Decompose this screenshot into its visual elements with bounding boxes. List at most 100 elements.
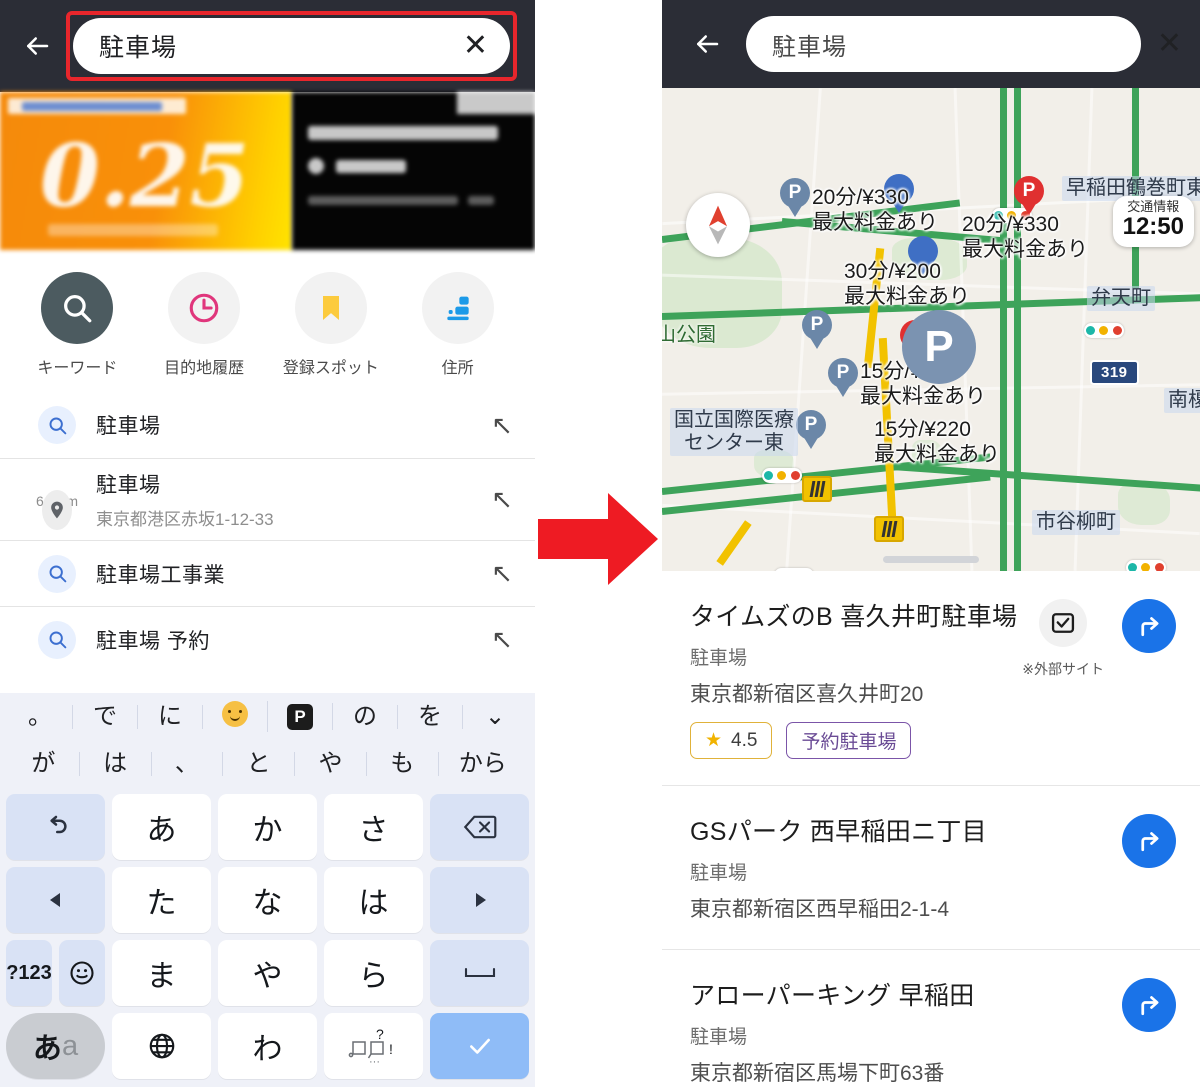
price-max-note: 最大料金あり [962,237,1088,261]
suggest-key[interactable]: を [398,704,463,729]
quick-action-history[interactable]: 目的地履歴 [149,272,259,378]
language-toggle-key[interactable]: あa [6,1013,105,1079]
directions-turn-right-icon[interactable] [1122,599,1176,653]
parking-pin[interactable]: P [780,178,810,218]
lane-guidance-icon [802,476,832,502]
list-item[interactable]: タイムズのB 喜久井町駐車場 駐車場 東京都新宿区喜久井町20 ★ 4.5 予約… [662,571,1200,786]
directions-turn-right-icon[interactable] [1122,814,1176,868]
quick-action-label: 登録スポット [282,360,379,377]
place-pin-icon [42,490,72,530]
insert-arrow-icon[interactable]: ↖ [479,624,513,655]
external-site-action[interactable]: ※外部サイト [1022,599,1104,679]
insert-arrow-icon[interactable]: ↖ [479,410,513,441]
suggestion-body: 駐車場工事業 [96,549,479,599]
quick-actions-row: キーワード 目的地履歴 登録スポット 住所 [0,250,535,392]
parking-pin-selected[interactable]: P [1014,176,1044,216]
suggest-key[interactable]: も [367,751,439,776]
key-ha[interactable]: は [324,867,423,933]
list-item[interactable]: 駐車場 ↖ [0,392,535,458]
suggestion-title: 駐車場 [96,474,161,497]
price-line: 30分/¥200 [844,260,941,283]
map-place-label-line2: センター東 [684,432,784,454]
suggest-key[interactable]: で [73,704,138,729]
price-line: 20分/¥330 [962,213,1059,236]
suggest-key[interactable]: に [138,704,203,729]
suggest-key[interactable]: は [80,751,152,776]
back-arrow-icon[interactable] [684,21,730,67]
list-item[interactable]: 駐車場工事業 ↖ [0,540,535,606]
list-item[interactable]: 駐車場 予約 ↖ [0,606,535,672]
symbols-key[interactable]: ?123 [6,940,52,1006]
space-key[interactable] [430,940,529,1006]
insert-arrow-icon[interactable]: ↖ [479,484,513,515]
cursor-right-key[interactable] [430,867,529,933]
insert-arrow-icon[interactable]: ↖ [479,558,513,589]
right-phone-screen: 駐車場 ✕ P P P P P P 20分/¥330 最大料金あり 20分/¥3… [662,0,1200,1087]
backspace-key[interactable] [430,794,529,860]
list-item[interactable]: 6.8 km 駐車場 東京都港区赤坂1-12-33 ↖ [0,458,535,540]
parking-suggest-key[interactable]: P [268,703,333,730]
map-price-label: 20分/¥330 最大料金あり [812,186,938,236]
emoji-suggest-key[interactable] [203,701,268,732]
ad-banner-bar [468,196,494,205]
parking-pin[interactable]: P [802,310,832,350]
suggestion-body: 駐車場 [96,400,479,450]
directions-turn-right-icon[interactable] [1122,978,1176,1032]
keyboard-suggestion-row-1: 。 で に P の を ⌄ [0,693,535,740]
traffic-info-chip[interactable]: 交通情報 12:50 [1112,196,1194,247]
selected-parking-marker[interactable]: P [902,310,976,384]
compass-needle-icon[interactable] [686,193,750,257]
suggestion-title: 駐車場 予約 [96,629,210,653]
key-sa[interactable]: さ [324,794,423,860]
result-actions [1026,976,1176,1087]
map-highway-congested [716,520,752,566]
search-input[interactable]: 駐車場 ✕ [73,18,510,74]
sheet-drag-handle[interactable] [883,556,979,563]
parking-pin[interactable]: P [796,410,826,450]
checkbox-external-icon[interactable] [1039,599,1088,647]
parking-pin[interactable]: P [828,358,858,398]
key-a[interactable]: あ [112,794,211,860]
enter-key[interactable] [430,1013,529,1079]
suggest-key[interactable]: や [295,751,367,776]
suggest-key[interactable]: の [333,704,398,729]
map-place-label: 市谷柳町 [1032,510,1120,535]
quick-action-address[interactable]: 住所 [403,272,513,378]
ad-banner[interactable]: 0.25 [0,92,535,250]
suggest-key[interactable]: から [439,751,527,776]
quick-action-keyword[interactable]: キーワード [22,272,132,378]
suggest-key[interactable]: が [8,751,80,776]
ad-banner-orange[interactable]: 0.25 [0,92,292,250]
result-content: タイムズのB 喜久井町駐車場 駐車場 東京都新宿区喜久井町20 ★ 4.5 予約… [690,597,1026,759]
star-icon: ★ [705,730,723,751]
back-arrow-icon[interactable] [14,23,60,69]
suggest-key[interactable]: 。 [8,704,73,729]
result-title: アローパーキング 早稲田 [690,982,975,1010]
punctuation-key[interactable]: ? ! ··· [324,1013,423,1079]
key-ya[interactable]: や [218,940,317,1006]
cursor-left-key[interactable] [6,867,105,933]
search-input[interactable]: 駐車場 [746,16,1141,72]
list-item[interactable]: アローパーキング 早稲田 駐車場 東京都新宿区馬場下町63番 [662,950,1200,1087]
suggest-key[interactable]: と [223,751,296,776]
close-icon[interactable]: ✕ [463,31,488,61]
undo-key[interactable] [6,794,105,860]
key-wa[interactable]: わ [218,1013,317,1079]
key-ra[interactable]: ら [324,940,423,1006]
emoji-key[interactable] [59,940,105,1006]
ad-banner-subline [48,224,218,236]
map-price-label: 20分/¥330 最大料金あり [962,213,1088,263]
chevron-down-icon[interactable]: ⌄ [463,704,527,729]
map-view[interactable]: P P P P P P 20分/¥330 最大料金あり 20分/¥330 最大料… [662,88,1200,571]
key-ma[interactable]: ま [112,940,211,1006]
key-ka[interactable]: か [218,794,317,860]
close-icon[interactable]: ✕ [1157,29,1182,59]
ad-banner-black[interactable] [292,92,535,250]
key-na[interactable]: な [218,867,317,933]
list-item[interactable]: GSパーク 西早稲田ニ丁目 駐車場 東京都新宿区西早稲田2-1-4 [662,786,1200,950]
key-ta[interactable]: た [112,867,211,933]
quick-action-saved-spots[interactable]: 登録スポット [276,272,386,378]
globe-key[interactable] [112,1013,211,1079]
map-price-label: 30分/¥200 最大料金あり [844,260,970,310]
suggest-key[interactable]: 、 [152,751,224,776]
